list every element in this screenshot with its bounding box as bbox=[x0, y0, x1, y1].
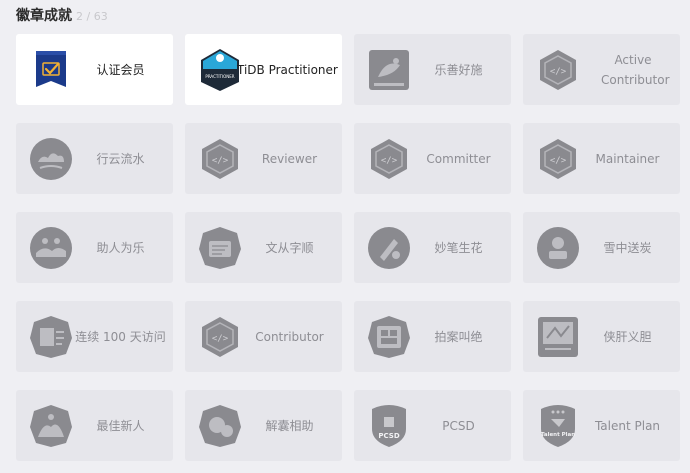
badge-count: 2 / 63 bbox=[76, 10, 108, 23]
writing-icon bbox=[197, 225, 243, 271]
badge-label: 乐善好施 bbox=[434, 62, 483, 77]
pcsd-icon-text: PCSD bbox=[378, 432, 399, 440]
badge-card-contributor[interactable]: </> Contributor bbox=[185, 301, 342, 372]
badge-label: Active Contributor bbox=[601, 52, 670, 87]
code-hexagon-icon: </> bbox=[535, 47, 581, 93]
badge-label: 文从字顺 bbox=[265, 240, 314, 255]
badge-card-charity[interactable]: 乐善好施 bbox=[354, 34, 511, 105]
badge-card-reviewer[interactable]: </> Reviewer bbox=[185, 123, 342, 194]
badge-label: 妙笔生花 bbox=[434, 240, 483, 255]
code-hexagon-icon: </> bbox=[535, 136, 581, 182]
badge-card-generous-help[interactable]: 解囊相助 bbox=[185, 390, 342, 461]
badge-card-best-newcomer[interactable]: 最佳新人 bbox=[16, 390, 173, 461]
charity-icon bbox=[366, 47, 412, 93]
applause-icon bbox=[366, 314, 412, 360]
page-title: 徽章成就 bbox=[16, 8, 72, 24]
clouds-icon bbox=[28, 136, 74, 182]
badge-card-committer[interactable]: </> Committer bbox=[354, 123, 511, 194]
badge-card-helping-others[interactable]: 助人为乐 bbox=[16, 212, 173, 283]
svg-text:</>: </> bbox=[550, 156, 567, 166]
badge-label: 连续 100 天访问 bbox=[75, 329, 166, 344]
badge-card-maintainer[interactable]: </> Maintainer bbox=[523, 123, 680, 194]
badge-card-flowing-clouds[interactable]: 行云流水 bbox=[16, 123, 173, 194]
badge-card-visit-100-days[interactable]: 连续 100 天访问 bbox=[16, 301, 173, 372]
badge-card-pcsd[interactable]: PCSD PCSD bbox=[354, 390, 511, 461]
code-hexagon-icon: </> bbox=[197, 136, 243, 182]
code-hexagon-icon: </> bbox=[197, 314, 243, 360]
talent-plan-shield-icon: Talent Plan bbox=[535, 403, 581, 449]
badge-card-talent-plan[interactable]: Talent Plan Talent Plan bbox=[523, 390, 680, 461]
hero-icon bbox=[535, 314, 581, 360]
badge-card-timely-help[interactable]: 雪中送炭 bbox=[523, 212, 680, 283]
badge-label: 认证会员 bbox=[96, 62, 145, 77]
badge-label: 最佳新人 bbox=[96, 418, 145, 433]
snow-icon bbox=[535, 225, 581, 271]
badge-label: 行云流水 bbox=[96, 151, 145, 166]
badge-card-chivalrous[interactable]: 侠肝义胆 bbox=[523, 301, 680, 372]
badge-label: Committer bbox=[426, 151, 491, 166]
badge-card-tidb-practitioner[interactable]: PRACTITIONER TiDB Practitioner bbox=[185, 34, 342, 105]
badge-label: 拍案叫绝 bbox=[434, 329, 483, 344]
badge-card-applause[interactable]: 拍案叫绝 bbox=[354, 301, 511, 372]
badge-card-fluent-writing[interactable]: 文从字顺 bbox=[185, 212, 342, 283]
svg-text:</>: </> bbox=[381, 156, 398, 166]
pcsd-shield-icon: PCSD bbox=[366, 403, 412, 449]
badge-card-active-contributor[interactable]: </> Active Contributor bbox=[523, 34, 680, 105]
tidb-icon-text: PRACTITIONER bbox=[205, 74, 234, 79]
badge-card-certified-member[interactable]: 认证会员 bbox=[16, 34, 173, 105]
badge-card-brilliant-pen[interactable]: 妙笔生花 bbox=[354, 212, 511, 283]
svg-text:</>: </> bbox=[212, 156, 229, 166]
badge-label: Maintainer bbox=[595, 151, 660, 166]
pen-flower-icon bbox=[366, 225, 412, 271]
badge-label: Reviewer bbox=[261, 151, 318, 166]
badge-label: 雪中送炭 bbox=[603, 240, 652, 255]
newcomer-icon bbox=[28, 403, 74, 449]
talent-plan-icon-text: Talent Plan bbox=[541, 432, 575, 438]
svg-text:</>: </> bbox=[550, 67, 567, 77]
badge-label: Contributor bbox=[255, 329, 324, 344]
badge-grid: 认证会员 PRACTITIONER TiDB Practitioner 乐善好施 bbox=[16, 34, 680, 461]
code-hexagon-icon: </> bbox=[366, 136, 412, 182]
helping-icon bbox=[28, 225, 74, 271]
badge-label: 侠肝义胆 bbox=[603, 329, 652, 344]
visit-100-icon bbox=[28, 314, 74, 360]
badge-label: PCSD bbox=[442, 418, 475, 433]
badge-label: Talent Plan bbox=[594, 418, 661, 433]
badge-label: 解囊相助 bbox=[265, 418, 314, 433]
svg-text:</>: </> bbox=[212, 334, 229, 344]
member-shield-icon bbox=[28, 47, 74, 93]
badge-label: TiDB Practitioner bbox=[237, 62, 338, 77]
donate-icon bbox=[197, 403, 243, 449]
badge-label: 助人为乐 bbox=[96, 240, 145, 255]
badges-header: 徽章成就 2 / 63 bbox=[16, 5, 108, 25]
